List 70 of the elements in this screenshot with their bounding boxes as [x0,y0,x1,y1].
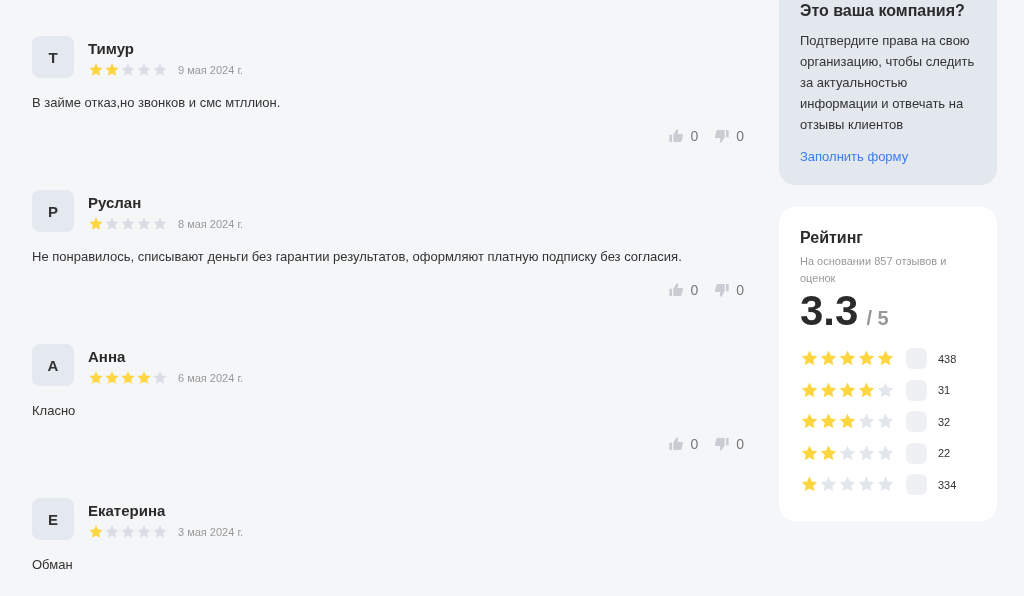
review-text: В займе отказ,но звонков и смс мтллион. [32,95,282,110]
star-icon [152,370,168,386]
avatar: Т [32,36,74,78]
star-icon [120,524,136,540]
rating-count: 31 [938,384,951,397]
reviewer-name: Тимур [88,40,136,57]
star-icon [136,524,152,540]
review-text: Не понравилось, списывают деньги без гарантии результатов, оформляют платную подписку без согласия. [32,249,683,264]
reviewer-name: Екатерина [88,502,167,519]
star-icon [88,524,104,540]
card-text: Подтвердите права на свою организацию, чтобы следить за актуальностью информации и отвечать на отзывы клиентов [800,32,976,134]
review-text: Обман [32,557,74,572]
thumbs-up-icon [668,282,685,298]
review-date: 8 мая 2024 г. [178,218,244,230]
star-icon [104,524,120,540]
star-icon [152,524,168,540]
star-icon [152,62,168,78]
fill-form-link[interactable]: Заполнить форму [800,149,909,164]
thumbs-up-icon [668,128,685,144]
star-icon [857,380,876,400]
star-icon [120,216,136,232]
rating-scale: / 5 [866,307,889,330]
like-button[interactable]: 0 [668,282,699,298]
review-date: 6 мая 2024 г. [178,372,244,384]
star-icon [800,443,819,463]
star-icon [857,443,876,463]
review-text: Класно [32,403,77,418]
reviewer-name: Руслан [88,194,143,211]
avatar: Е [32,498,74,540]
rating-count: 32 [938,415,951,428]
star-icon [136,216,152,232]
rating-count: 22 [938,447,951,460]
thumbs-down-icon [714,128,731,144]
dislike-button[interactable]: 0 [714,282,744,298]
avatar: А [32,344,74,386]
review-date: 9 мая 2024 г. [178,64,244,76]
star-icon [88,216,104,232]
rating-subtitle: На основании 857 отзывов и оценок [800,254,948,286]
thumbs-down-icon [714,282,731,298]
rating-score: 3.3 [800,287,859,335]
dislike-button[interactable]: 0 [714,128,744,144]
thumbs-up-icon [668,436,685,452]
rating-count: 334 [938,478,957,491]
star-icon [120,62,136,78]
star-icon [838,443,857,463]
star-icon [104,216,120,232]
star-icon [120,370,136,386]
star-icon [838,380,857,400]
star-icon [88,62,104,78]
reviewer-name: Анна [88,348,127,365]
star-icon [136,62,152,78]
avatar: Р [32,190,74,232]
star-icon [104,370,120,386]
rating-count: 438 [938,352,957,365]
star-icon [88,370,104,386]
card-title: Рейтинг [800,229,864,247]
star-icon [136,370,152,386]
star-icon [104,62,120,78]
star-icon [876,443,895,463]
star-icon [819,443,838,463]
thumbs-down-icon [714,436,731,452]
star-icon [876,380,895,400]
like-button[interactable]: 0 [668,436,699,452]
review-date: 3 мая 2024 г. [178,526,244,538]
star-icon [152,216,168,232]
dislike-button[interactable]: 0 [714,436,744,452]
card-title: Это ваша компания? [800,2,966,20]
like-button[interactable]: 0 [668,128,699,144]
star-icon [819,380,838,400]
star-icon [800,380,819,400]
